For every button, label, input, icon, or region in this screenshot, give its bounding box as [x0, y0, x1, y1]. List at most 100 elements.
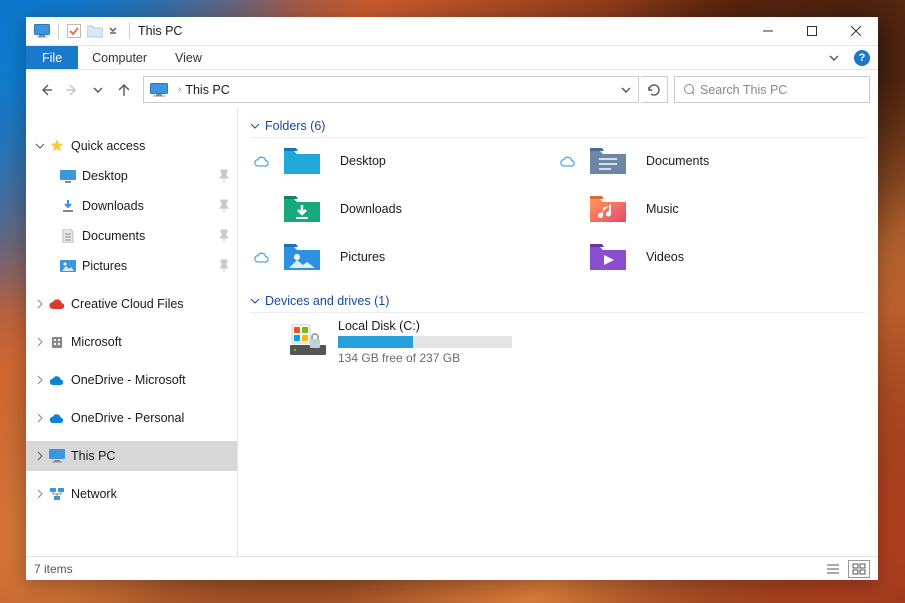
cloud-sync-icon: [254, 144, 282, 178]
tree-label: Documents: [82, 229, 214, 243]
drive-icon: [288, 319, 328, 359]
folder-label[interactable]: Downloads: [336, 192, 560, 226]
chevron-right-icon: [35, 337, 45, 347]
refresh-button[interactable]: [641, 76, 668, 103]
separator: [58, 23, 59, 39]
tree-item-quick-access[interactable]: Quick access: [26, 131, 237, 161]
documents-folder-icon: [589, 146, 627, 176]
tree-label: Creative Cloud Files: [71, 297, 231, 311]
address-dropdown[interactable]: [616, 77, 636, 102]
folder-item-pictures[interactable]: [282, 240, 336, 274]
network-icon: [49, 486, 65, 502]
folder-label[interactable]: Music: [642, 192, 866, 226]
view-details-button[interactable]: [822, 560, 844, 578]
document-icon: [60, 228, 76, 244]
section-label: Devices and drives (1): [265, 294, 389, 308]
drive-name: Local Disk (C:): [338, 319, 512, 333]
drive-free-text: 134 GB free of 237 GB: [338, 351, 512, 365]
ribbon-tab-computer[interactable]: Computer: [78, 46, 161, 69]
folder-item-music[interactable]: [588, 192, 642, 226]
chevron-right-icon: [35, 299, 45, 309]
building-icon: [49, 334, 65, 350]
chevron-down-icon: [621, 85, 631, 95]
folder-item-desktop[interactable]: [282, 144, 336, 178]
tree-label: OneDrive - Microsoft: [71, 373, 231, 387]
breadcrumb[interactable]: This PC: [185, 83, 229, 97]
refresh-icon: [647, 83, 661, 97]
content-pane[interactable]: Folders (6) Desktop Documents: [238, 109, 878, 556]
arrow-right-icon: [64, 82, 80, 98]
recent-dropdown[interactable]: [86, 78, 110, 102]
chevron-right-icon: [35, 413, 45, 423]
ribbon-tab-file[interactable]: File: [26, 46, 78, 69]
folder-item-downloads[interactable]: [282, 192, 336, 226]
close-icon: [851, 26, 861, 36]
status-items-count: 7 items: [34, 562, 73, 576]
view-large-icons-button[interactable]: [848, 560, 870, 578]
section-folders[interactable]: Folders (6): [250, 115, 866, 138]
qa-dropdown-icon[interactable]: [109, 27, 117, 35]
folder-label[interactable]: Videos: [642, 240, 866, 274]
titlebar[interactable]: This PC: [26, 17, 878, 46]
desktop-folder-icon: [283, 146, 321, 176]
chevron-right-icon: [35, 489, 45, 499]
properties-icon[interactable]: [67, 24, 81, 38]
window-title: This PC: [138, 24, 182, 38]
search-icon: [683, 83, 694, 97]
folder-label[interactable]: Pictures: [336, 240, 560, 274]
minimize-icon: [763, 26, 773, 36]
tree-item-desktop[interactable]: Desktop: [26, 161, 237, 191]
tree-item-documents[interactable]: Documents: [26, 221, 237, 251]
up-button[interactable]: [112, 78, 136, 102]
forward-button[interactable]: [60, 78, 84, 102]
pc-icon: [34, 24, 50, 38]
back-button[interactable]: [34, 78, 58, 102]
arrow-left-icon: [38, 82, 54, 98]
tree-item-this-pc[interactable]: This PC: [26, 441, 237, 471]
creative-cloud-icon: [49, 296, 65, 312]
tree-item-microsoft[interactable]: Microsoft: [26, 327, 237, 357]
tree-item-creative-cloud[interactable]: Creative Cloud Files: [26, 289, 237, 319]
close-button[interactable]: [834, 17, 878, 45]
picture-icon: [60, 258, 76, 274]
drive-item-local-c[interactable]: Local Disk (C:) 134 GB free of 237 GB: [288, 319, 866, 365]
cloud-sync-icon: [560, 144, 588, 178]
tree-item-downloads[interactable]: Downloads: [26, 191, 237, 221]
tree-label: Microsoft: [71, 335, 231, 349]
maximize-button[interactable]: [790, 17, 834, 45]
tree-item-onedrive-ms[interactable]: OneDrive - Microsoft: [26, 365, 237, 395]
ribbon-expand-button[interactable]: [822, 54, 846, 62]
folder-label[interactable]: Desktop: [336, 144, 560, 178]
details-view-icon: [826, 563, 840, 575]
maximize-icon: [807, 26, 817, 36]
desktop-icon: [60, 168, 76, 184]
folder-icon[interactable]: [87, 24, 103, 38]
folder-grid: Desktop Documents Downloads Music: [254, 144, 866, 274]
address-bar[interactable]: › This PC: [143, 76, 639, 103]
chevron-right-icon: [35, 451, 45, 461]
navigation-pane[interactable]: Quick access Desktop Downloads Documents…: [26, 109, 238, 556]
pc-icon: [49, 448, 65, 464]
tree-label: Pictures: [82, 259, 214, 273]
chevron-right-icon: [35, 375, 45, 385]
help-button[interactable]: ?: [854, 50, 870, 66]
search-box[interactable]: [674, 76, 870, 103]
folder-item-documents[interactable]: [588, 144, 642, 178]
chevron-down-icon: [35, 141, 45, 151]
pin-icon: [217, 169, 231, 183]
chevron-right-icon: ›: [178, 84, 181, 95]
tree-item-onedrive-personal[interactable]: OneDrive - Personal: [26, 403, 237, 433]
chevron-down-icon: [93, 85, 103, 95]
tree-item-network[interactable]: Network: [26, 479, 237, 509]
section-drives[interactable]: Devices and drives (1): [250, 290, 866, 313]
folder-item-videos[interactable]: [588, 240, 642, 274]
separator: [129, 23, 130, 39]
folder-label[interactable]: Documents: [642, 144, 866, 178]
search-input[interactable]: [700, 83, 861, 97]
ribbon-tab-view[interactable]: View: [161, 46, 216, 69]
navigation-bar: › This PC: [26, 70, 878, 109]
tree-item-pictures[interactable]: Pictures: [26, 251, 237, 281]
chevron-down-icon: [829, 54, 839, 62]
videos-folder-icon: [589, 242, 627, 272]
minimize-button[interactable]: [746, 17, 790, 45]
